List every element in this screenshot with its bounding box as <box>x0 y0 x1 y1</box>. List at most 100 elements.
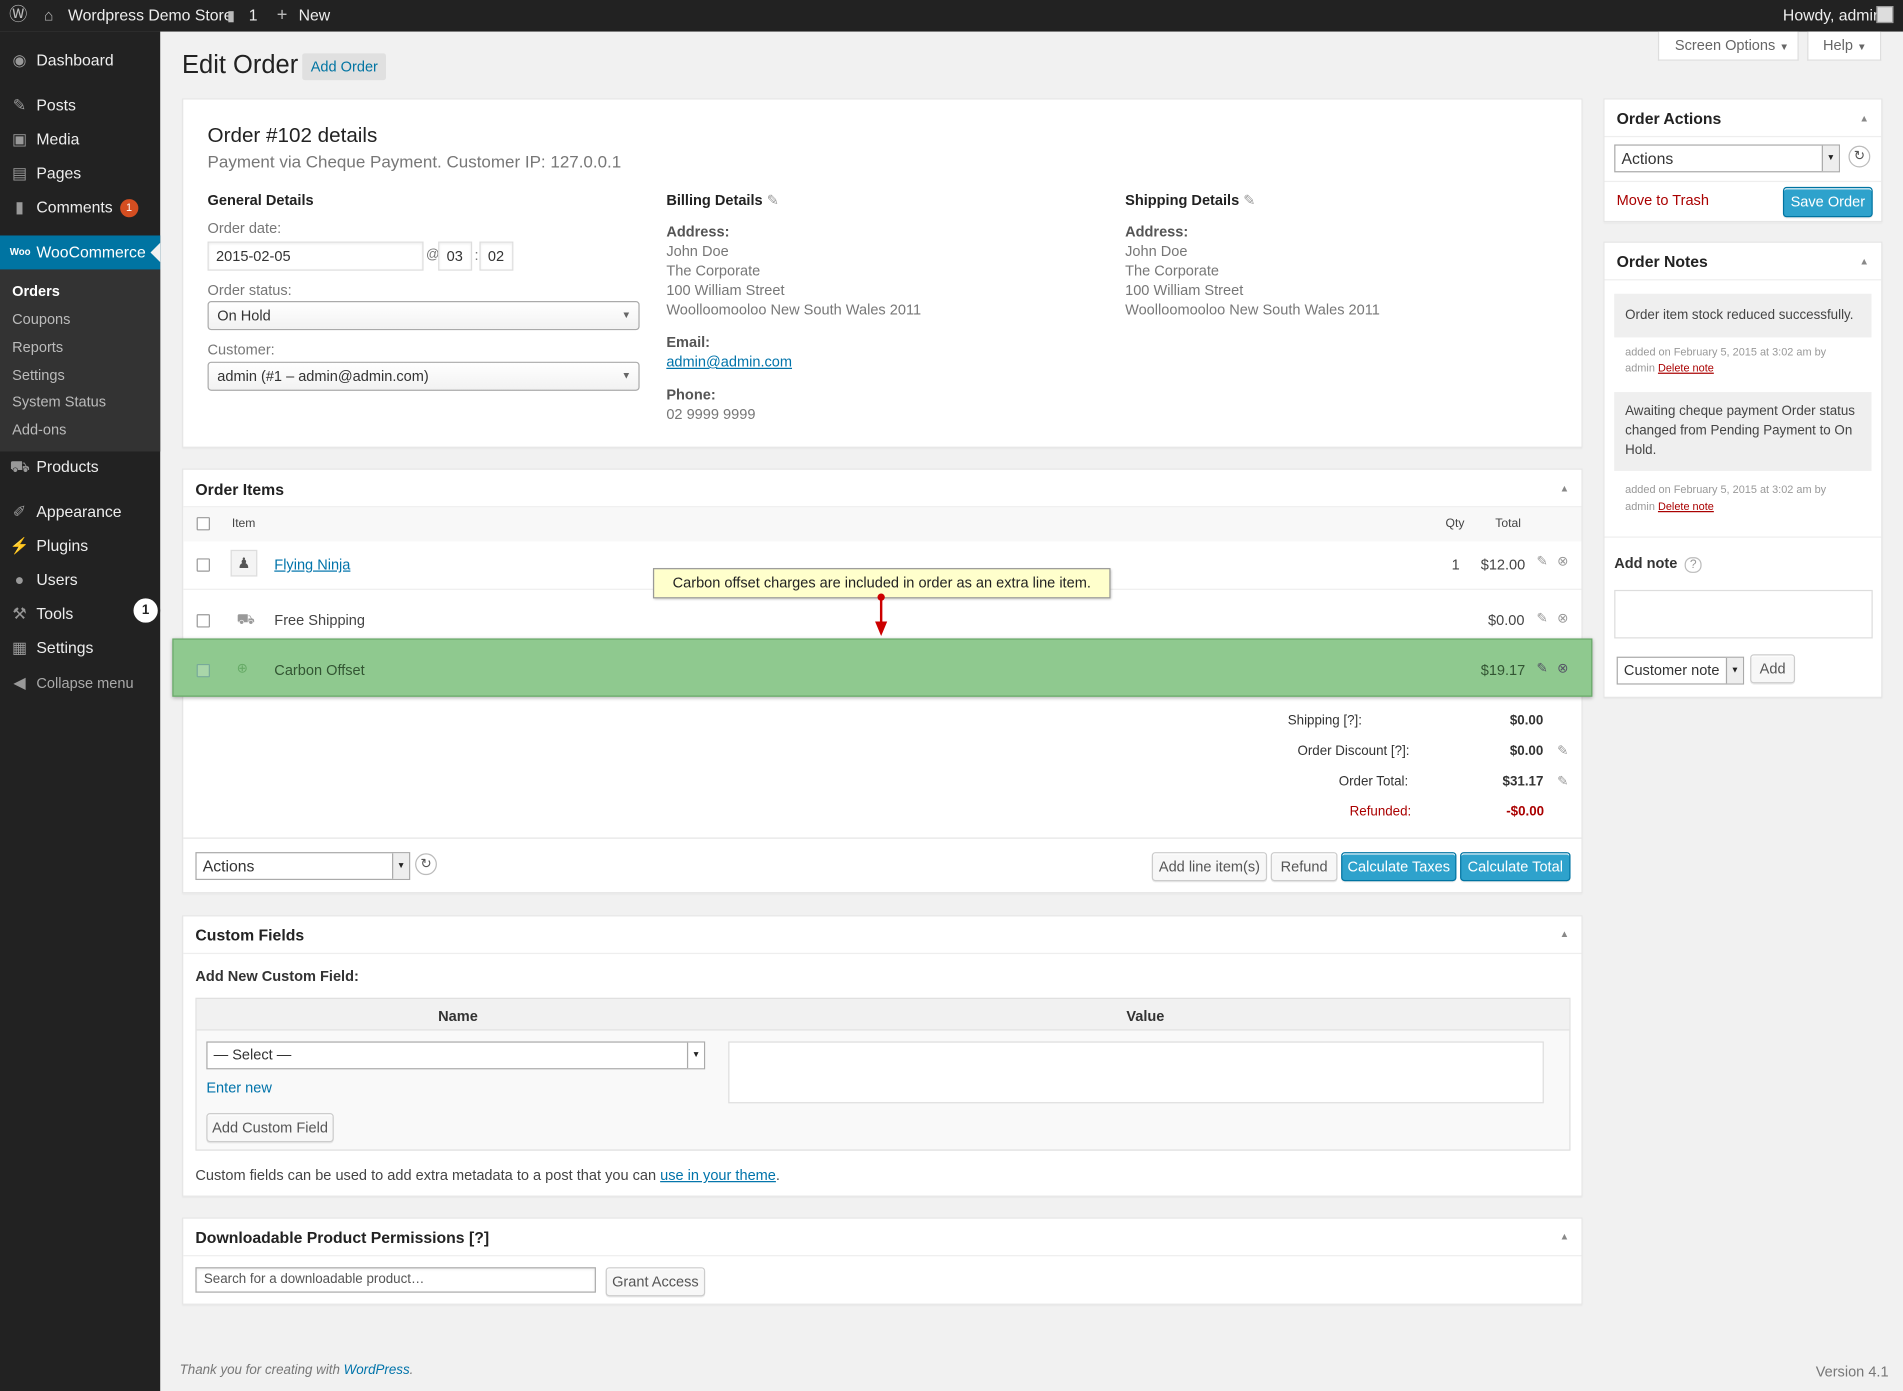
wordpress-link[interactable]: WordPress <box>344 1363 410 1378</box>
submenu-coupons[interactable]: Coupons <box>12 311 70 328</box>
row-checkbox[interactable] <box>196 614 210 628</box>
collapse-toggle-icon[interactable]: ▲ <box>1859 113 1869 124</box>
collapse-menu[interactable]: ◀ Collapse menu <box>0 666 160 700</box>
add-order-button[interactable]: Add Order <box>302 53 387 81</box>
edit-pencil-icon[interactable]: ✎ <box>1537 611 1548 627</box>
delete-circle-icon[interactable]: ⊗ <box>1557 660 1568 677</box>
add-note-text: Add note <box>1614 554 1678 572</box>
edit-pencil-icon[interactable]: ✎ <box>1557 773 1568 789</box>
order-actions-panel: Order Actions ▲ Actions ▼ ↻ Move to Trash… <box>1603 98 1883 223</box>
order-status-select[interactable]: On Hold ▼ <box>207 301 640 331</box>
grant-access-button[interactable]: Grant Access <box>605 1267 706 1297</box>
order-actions-heading: Order Actions <box>1616 109 1722 128</box>
save-order-button[interactable]: Save Order <box>1782 186 1873 218</box>
downloadable-product-search[interactable]: Search for a downloadable product… <box>195 1267 596 1293</box>
sidebar-item-settings[interactable]: ▦ Settings <box>0 631 160 665</box>
refresh-icon[interactable]: ↻ <box>1848 145 1871 168</box>
edit-pencil-icon[interactable]: ✎ <box>1537 660 1548 677</box>
divider <box>183 952 1582 955</box>
order-actions-select[interactable]: Actions ▼ <box>1614 144 1840 173</box>
pencil-icon[interactable]: ✎ <box>767 192 779 209</box>
collapse-toggle-icon[interactable]: ▲ <box>1560 929 1570 940</box>
custom-field-value-textarea[interactable] <box>728 1041 1544 1104</box>
use-in-theme-link[interactable]: use in your theme <box>660 1166 776 1183</box>
delete-circle-icon[interactable]: ⊗ <box>1557 611 1568 627</box>
submenu-add-ons[interactable]: Add-ons <box>12 421 66 438</box>
new-content-link[interactable]: New <box>299 0 331 32</box>
shipping-address-line: 100 William Street <box>1125 281 1244 299</box>
collapse-toggle-icon[interactable]: ▲ <box>1560 483 1570 494</box>
screen-options-tab[interactable]: Screen Options ▼ <box>1657 31 1799 61</box>
sidebar-item-pages[interactable]: ▤ Pages <box>0 157 160 191</box>
note-type-select[interactable]: Customer note ▼ <box>1616 656 1745 685</box>
sidebar-item-woocommerce[interactable]: Woo WooCommerce <box>0 235 161 270</box>
customer-select[interactable]: admin (#1 – admin@admin.com) ▼ <box>207 361 640 391</box>
row-checkbox[interactable] <box>196 558 210 572</box>
help-tab[interactable]: Help ▼ <box>1807 31 1882 61</box>
sidebar-item-label: Collapse menu <box>36 674 134 692</box>
delete-note-link[interactable]: Delete note <box>1658 500 1714 512</box>
avatar[interactable] <box>1876 6 1894 24</box>
email-link[interactable]: admin@admin.com <box>666 353 792 370</box>
woocommerce-icon: Woo <box>9 246 31 258</box>
sidebar-item-comments[interactable]: ▮ Comments 1 <box>0 191 160 225</box>
item-name-link[interactable]: Flying Ninja <box>274 556 350 573</box>
sidebar-item-users[interactable]: ● Users <box>0 563 160 597</box>
sidebar-item-label: Media <box>36 129 80 149</box>
note-text: Order item stock reduced successfully. <box>1625 308 1854 323</box>
footer-version: Version 4.1 <box>1815 1363 1889 1381</box>
comments-count[interactable]: 1 <box>249 0 258 32</box>
submenu-orders[interactable]: Orders <box>12 283 60 300</box>
submenu-reports[interactable]: Reports <box>12 339 63 356</box>
sidebar-item-plugins[interactable]: ⚡ Plugins <box>0 529 160 563</box>
footer-thanks-suffix: . <box>409 1363 414 1378</box>
howdy-user[interactable]: Howdy, admin <box>1783 0 1882 32</box>
delete-note-link[interactable]: Delete note <box>1658 362 1714 374</box>
sidebar-item-dashboard[interactable]: ◉ Dashboard <box>0 44 160 78</box>
bulk-actions-select[interactable]: Actions ▼ <box>195 852 411 881</box>
site-name-link[interactable]: Wordpress Demo Store <box>68 0 233 32</box>
calculate-total-button[interactable]: Calculate Total <box>1460 852 1571 882</box>
add-custom-field-button[interactable]: Add Custom Field <box>206 1113 334 1143</box>
edit-pencil-icon[interactable]: ✎ <box>1557 743 1568 759</box>
collapse-toggle-icon[interactable]: ▲ <box>1560 1231 1570 1242</box>
enter-new-link[interactable]: Enter new <box>206 1079 272 1096</box>
add-note-button[interactable]: Add <box>1750 654 1796 684</box>
delete-circle-icon[interactable]: ⊗ <box>1557 553 1568 570</box>
sidebar-item-posts[interactable]: ✎ Posts <box>0 89 160 123</box>
chevron-down-icon: ▼ <box>1821 145 1839 172</box>
order-date-input[interactable]: 2015-02-05 <box>207 241 424 271</box>
admin-bar: Ⓦ ⌂ Wordpress Demo Store ▮ 1 + New Howdy… <box>0 0 1903 32</box>
order-minute-input[interactable]: 02 <box>479 241 514 271</box>
submenu-system-status[interactable]: System Status <box>12 393 106 410</box>
collapse-toggle-icon[interactable]: ▲ <box>1859 256 1869 267</box>
custom-field-name-select[interactable]: — Select — ▼ <box>206 1041 706 1070</box>
edit-pencil-icon[interactable]: ✎ <box>1537 553 1548 570</box>
help-icon[interactable]: ? <box>1685 557 1702 573</box>
refund-button[interactable]: Refund <box>1270 852 1338 882</box>
sidebar-item-appearance[interactable]: ✐ Appearance <box>0 495 160 529</box>
order-hour-input[interactable]: 03 <box>438 241 473 271</box>
refresh-icon[interactable]: ↻ <box>415 853 437 876</box>
pencil-icon[interactable]: ✎ <box>1243 192 1255 209</box>
submenu-settings[interactable]: Settings <box>12 367 65 384</box>
item-qty: 1 <box>1451 555 1460 573</box>
wordpress-logo-icon[interactable]: Ⓦ <box>7 0 29 32</box>
select-all-checkbox[interactable] <box>196 517 210 531</box>
order-date-label: Order date: <box>207 219 282 237</box>
move-to-trash-link[interactable]: Move to Trash <box>1617 192 1709 209</box>
billing-address-line: Woolloomooloo New South Wales 2011 <box>666 301 922 319</box>
calculate-taxes-button[interactable]: Calculate Taxes <box>1341 852 1457 882</box>
sidebar-item-products[interactable]: ⛟ Products <box>0 450 160 484</box>
col-value: Value <box>1126 1007 1165 1025</box>
add-note-textarea[interactable] <box>1614 589 1873 639</box>
divider <box>1604 135 1882 138</box>
custom-fields-panel: Custom Fields ▲ Add New Custom Field: Na… <box>182 915 1583 1197</box>
item-total: $19.17 <box>1480 661 1526 679</box>
sidebar-item-media[interactable]: ▣ Media <box>0 123 160 157</box>
add-line-items-button[interactable]: Add line item(s) <box>1151 852 1268 882</box>
item-name: Free Shipping <box>274 611 365 629</box>
caret-down-icon: ▼ <box>1856 41 1867 53</box>
row-checkbox[interactable] <box>196 663 210 678</box>
shipping-address-label: Address: <box>1125 223 1189 241</box>
